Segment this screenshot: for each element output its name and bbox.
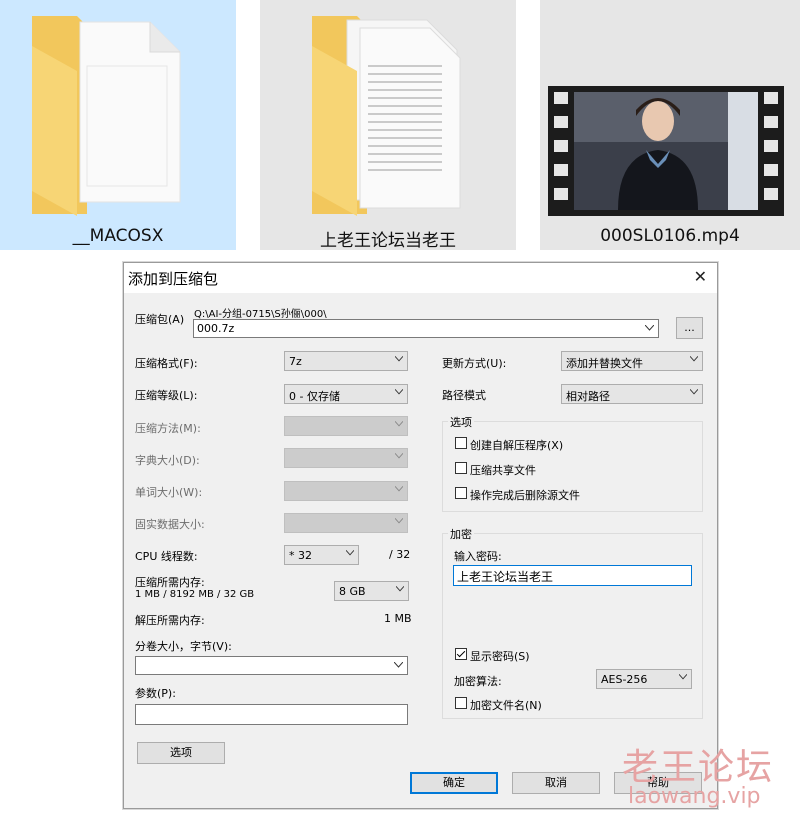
level-select[interactable]: 0 - 仅存储: [284, 384, 408, 404]
ok-button[interactable]: 确定: [410, 772, 498, 794]
video-thumbnail-icon: [548, 86, 784, 216]
title-bar: 添加到压缩包 ✕: [124, 263, 717, 293]
cpu-max: / 32: [389, 548, 411, 561]
method-select: [284, 416, 408, 436]
folder-document-icon: [312, 16, 461, 216]
chevron-down-icon: [645, 325, 654, 331]
path-mode-value: 相对路径: [566, 390, 610, 403]
update-select[interactable]: 添加并替换文件: [561, 351, 703, 371]
file-tile-video[interactable]: 000SL0106.mp4: [540, 0, 800, 250]
format-value: 7z: [289, 355, 302, 368]
split-label: 分卷大小，字节(V):: [135, 640, 232, 653]
archive-path: Q:\AI-分组-0715\S孙俪\000\: [194, 309, 327, 320]
chevron-down-icon: [395, 421, 403, 427]
format-label: 压缩格式(F):: [135, 357, 198, 370]
archive-name-value: 000.7z: [197, 322, 235, 335]
options-group-label: 选项: [448, 414, 474, 430]
options-button[interactable]: 选项: [137, 742, 225, 764]
chevron-down-icon: [394, 662, 403, 668]
chevron-down-icon: [395, 518, 403, 524]
chevron-down-icon: [395, 453, 403, 459]
chevron-down-icon: [395, 389, 403, 395]
file-tile-macosx[interactable]: __MACOSX: [0, 0, 236, 250]
enc-method-label: 加密算法:: [454, 675, 502, 688]
browse-button[interactable]: ...: [676, 317, 703, 339]
params-label: 参数(P):: [135, 687, 176, 700]
password-input[interactable]: 上老王论坛当老王: [453, 565, 692, 586]
cpu-value: * 32: [289, 549, 312, 562]
chevron-down-icon: [690, 389, 698, 395]
demem-label: 解压所需内存:: [135, 614, 205, 627]
shared-label[interactable]: 压缩共享文件: [470, 462, 536, 478]
file-name: 000SL0106.mp4: [600, 226, 740, 246]
split-combo[interactable]: [135, 656, 408, 675]
path-mode-label: 路径模式: [442, 389, 486, 402]
update-label: 更新方式(U):: [442, 357, 507, 370]
encrypt-names-label[interactable]: 加密文件名(N): [470, 697, 542, 713]
archive-label: 压缩包(A): [135, 313, 185, 326]
show-password-label[interactable]: 显示密码(S): [470, 648, 530, 664]
delete-label[interactable]: 操作完成后删除源文件: [470, 487, 580, 503]
dialog-title: 添加到压缩包: [128, 270, 219, 288]
mem-select[interactable]: 8 GB: [334, 581, 409, 601]
cancel-button[interactable]: 取消: [512, 772, 600, 794]
word-label: 单词大小(W):: [135, 486, 203, 499]
params-input[interactable]: [135, 704, 408, 725]
demem-value: 1 MB: [384, 612, 412, 625]
solid-select: [284, 513, 408, 533]
encrypt-names-checkbox[interactable]: [455, 697, 467, 709]
delete-checkbox[interactable]: [455, 487, 467, 499]
chevron-down-icon: [396, 586, 404, 592]
mem-detail: 1 MB / 8192 MB / 32 GB: [135, 589, 255, 600]
dict-select: [284, 448, 408, 468]
mem-label: 压缩所需内存:: [135, 576, 205, 589]
password-label: 输入密码:: [454, 550, 502, 563]
encryption-group-label: 加密: [448, 526, 474, 542]
sfx-checkbox[interactable]: [455, 437, 467, 449]
update-value: 添加并替换文件: [566, 357, 643, 370]
level-label: 压缩等级(L):: [135, 389, 198, 402]
add-to-archive-dialog: 添加到压缩包 ✕ 压缩包(A) Q:\AI-分组-0715\S孙俪\000\ 0…: [123, 262, 718, 809]
folder-icon: [32, 16, 181, 216]
level-value: 0 - 仅存储: [289, 390, 340, 403]
chevron-down-icon: [679, 674, 687, 680]
method-label: 压缩方法(M):: [135, 422, 201, 435]
dict-label: 字典大小(D):: [135, 454, 200, 467]
solid-label: 固实数据大小:: [135, 518, 205, 531]
enc-method-select[interactable]: AES-256: [596, 669, 692, 689]
file-name: __MACOSX: [72, 226, 164, 246]
chevron-down-icon: [690, 356, 698, 362]
chevron-down-icon: [395, 486, 403, 492]
archive-name-combo[interactable]: 000.7z: [193, 319, 659, 338]
mem-value: 8 GB: [339, 585, 366, 598]
chevron-down-icon: [395, 356, 403, 362]
chevron-down-icon: [346, 550, 354, 556]
cpu-select[interactable]: * 32: [284, 545, 359, 565]
format-select[interactable]: 7z: [284, 351, 408, 371]
show-password-checkbox[interactable]: [455, 648, 467, 660]
watermark-title: 老王论坛: [622, 747, 775, 788]
file-name: 上老王论坛当老王: [320, 231, 456, 250]
watermark-url: laowang.vip: [628, 784, 761, 809]
word-select: [284, 481, 408, 501]
path-mode-select[interactable]: 相对路径: [561, 384, 703, 404]
close-icon[interactable]: ✕: [694, 267, 707, 286]
shared-checkbox[interactable]: [455, 462, 467, 474]
file-tile-folder[interactable]: 上老王论坛当老王: [260, 0, 516, 250]
password-value: 上老王论坛当老王: [457, 570, 554, 584]
sfx-label[interactable]: 创建自解压程序(X): [470, 437, 563, 453]
enc-method-value: AES-256: [601, 673, 648, 686]
cpu-label: CPU 线程数:: [135, 550, 198, 563]
